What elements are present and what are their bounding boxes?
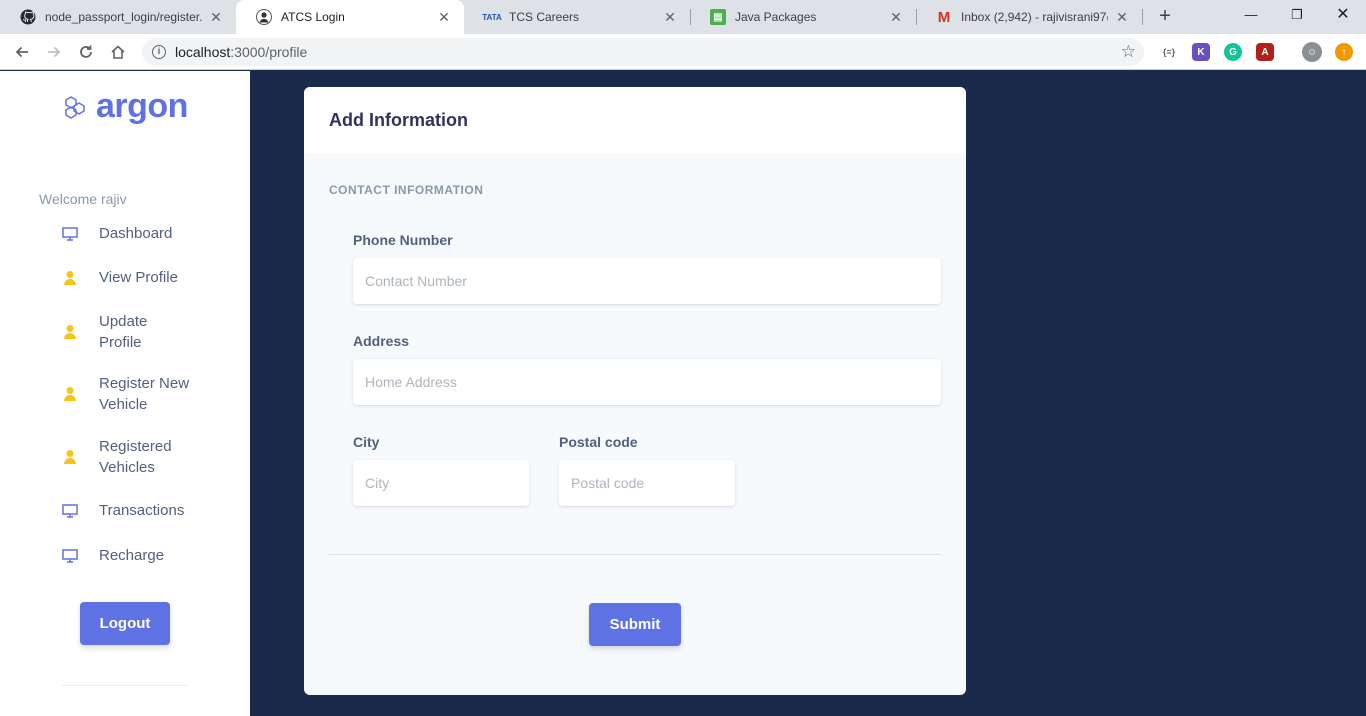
extension-k-icon[interactable]: K [1192, 43, 1210, 61]
tab-title: Java Packages [735, 10, 817, 24]
close-icon[interactable]: ✕ [1114, 9, 1130, 26]
new-tab-button[interactable]: + [1154, 5, 1176, 27]
sidebar-item-transactions[interactable]: Transactions [62, 500, 191, 521]
sidebar-item-label: View Profile [99, 269, 178, 286]
sidebar: argon Welcome rajiv Dashboard View Profi… [0, 71, 250, 716]
close-icon[interactable]: ✕ [436, 9, 452, 26]
address-bar[interactable]: i localhost:3000/profile ☆ [142, 38, 1144, 66]
restore-icon[interactable]: ❐ [1274, 0, 1320, 30]
avatar-icon [256, 9, 272, 25]
sidebar-item-label: Dashboard [99, 225, 173, 242]
github-icon [20, 9, 36, 25]
sidebar-item-label: Transactions [99, 502, 185, 519]
form-divider [329, 554, 941, 555]
brand-logo[interactable]: argon [62, 87, 188, 126]
browser-tab-tcs[interactable]: TATA TCS Careers ✕ [464, 0, 690, 34]
forward-icon[interactable] [42, 40, 66, 64]
tab-separator [1142, 9, 1143, 25]
minimize-icon[interactable]: — [1228, 0, 1274, 30]
info-icon[interactable]: i [152, 45, 166, 59]
gmail-icon: M [937, 8, 951, 26]
sidebar-item-register-vehicle[interactable]: Register New Vehicle [62, 373, 191, 415]
monitor-icon [62, 548, 78, 564]
back-icon[interactable] [10, 40, 34, 64]
welcome-text: Welcome rajiv [39, 191, 127, 207]
close-icon[interactable]: ✕ [208, 9, 224, 26]
close-icon[interactable]: ✕ [888, 9, 904, 26]
browser-tab-gmail[interactable]: M Inbox (2,942) - rajivisrani97@g ✕ [916, 0, 1142, 34]
tata-icon: TATA [482, 12, 502, 22]
url-text: localhost:3000/profile [175, 44, 308, 60]
section-heading: Contact Information [329, 183, 484, 197]
logout-button[interactable]: Logout [80, 602, 170, 645]
monitor-icon [62, 226, 78, 242]
reload-icon[interactable] [74, 40, 98, 64]
address-input[interactable] [353, 359, 941, 405]
city-input[interactable] [353, 460, 529, 506]
browser-tab-atcs[interactable]: ATCS Login ✕ [236, 0, 464, 34]
user-icon [62, 386, 78, 402]
phone-number-input[interactable] [353, 258, 941, 304]
tab-title: node_passport_login/register.e [45, 10, 202, 24]
update-icon[interactable]: ↑ [1335, 43, 1353, 61]
extension-pdf-icon[interactable]: A [1256, 43, 1274, 61]
home-icon[interactable] [106, 40, 130, 64]
sidebar-item-label: Registered Vehicles [99, 438, 172, 476]
sidebar-item-dashboard[interactable]: Dashboard [62, 223, 191, 244]
user-icon [62, 449, 78, 465]
grammarly-icon[interactable]: G [1224, 43, 1242, 61]
browser-tab-github[interactable]: node_passport_login/register.e ✕ [0, 0, 236, 34]
close-window-icon[interactable]: ✕ [1320, 0, 1366, 30]
package-icon: ▤ [710, 9, 726, 25]
city-label: City [353, 434, 380, 450]
card-header: Add Information [304, 87, 966, 153]
sidebar-item-recharge[interactable]: Recharge [62, 545, 191, 566]
monitor-icon [62, 503, 78, 519]
address-label: Address [353, 333, 410, 349]
phone-label: Phone Number [353, 232, 453, 248]
browser-tab-java[interactable]: ▤ Java Packages ✕ [690, 0, 916, 34]
submit-button[interactable]: Submit [589, 603, 681, 646]
postal-code-input[interactable] [559, 460, 735, 506]
sidebar-divider [62, 685, 187, 686]
page-title: Add Information [329, 109, 468, 130]
user-icon [62, 324, 78, 340]
browser-toolbar: i localhost:3000/profile ☆ {≡} K G A ☺ ↑ [0, 34, 1366, 70]
sidebar-item-label: Register New Vehicle [99, 375, 190, 413]
profile-avatar-icon[interactable]: ☺ [1302, 42, 1322, 62]
add-information-card: Add Information Contact Information Phon… [304, 87, 966, 695]
user-icon [62, 270, 78, 286]
sidebar-item-registered-vehicles[interactable]: Registered Vehicles [62, 436, 191, 478]
tab-title: ATCS Login [281, 10, 345, 24]
sidebar-item-label: Update Profile [99, 313, 148, 351]
brand-name: argon [96, 87, 188, 125]
bookmark-star-icon[interactable]: ☆ [1121, 42, 1136, 62]
tab-title: TCS Careers [509, 10, 580, 24]
sidebar-item-label: Recharge [99, 547, 165, 564]
tab-title: Inbox (2,942) - rajivisrani97@g [961, 10, 1108, 24]
close-icon[interactable]: ✕ [662, 9, 678, 26]
browser-tab-bar: node_passport_login/register.e ✕ ATCS Lo… [0, 0, 1366, 34]
sidebar-item-update-profile[interactable]: Update Profile [62, 311, 191, 353]
sidebar-item-view-profile[interactable]: View Profile [62, 267, 191, 288]
postal-code-label: Postal code [559, 434, 638, 450]
extension-json-icon[interactable]: {≡} [1160, 43, 1178, 61]
argon-logo-icon [65, 95, 85, 119]
